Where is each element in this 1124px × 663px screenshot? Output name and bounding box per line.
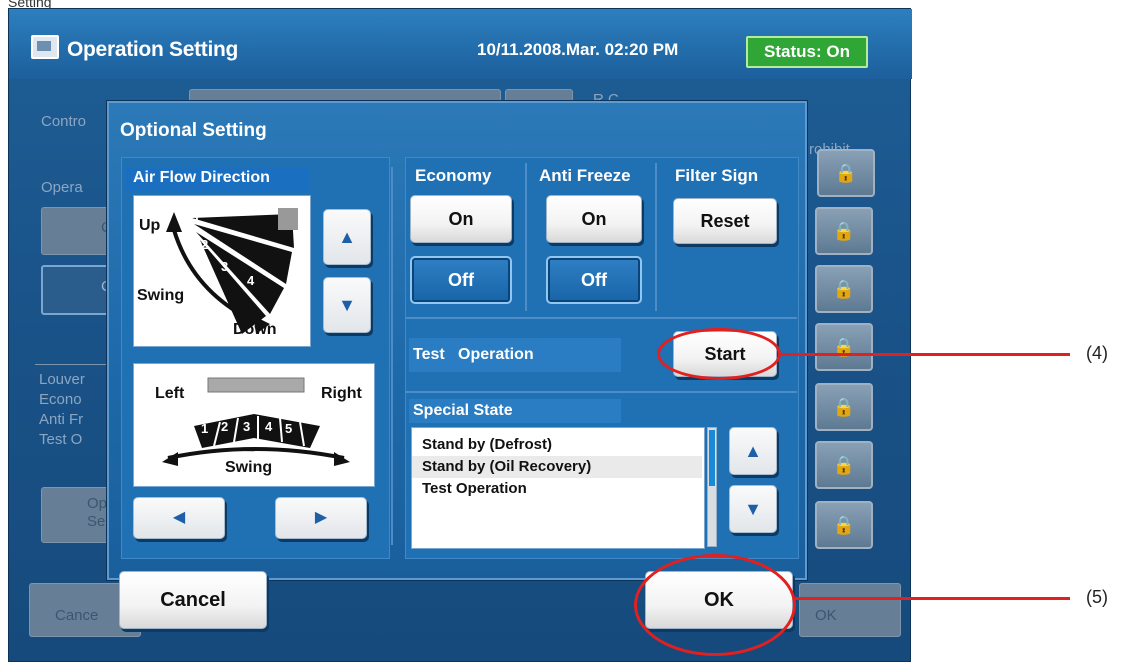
dialog-title: Optional Setting (120, 120, 267, 141)
panel-divider (391, 167, 393, 545)
bg-lock-icon-6: 🔒 (815, 441, 873, 489)
status-badge: Status: On (746, 36, 868, 68)
window-title: Operation Setting (67, 38, 239, 61)
annotation-label-5: (5) (1086, 587, 1108, 607)
horizontal-position-4: 4 (265, 419, 273, 434)
antifreeze-label: Anti Freeze (539, 166, 631, 185)
list-item[interactable]: Test Operation (412, 478, 702, 500)
scrollbar-thumb[interactable] (709, 430, 715, 486)
special-state-list[interactable]: Stand by (Defrost) Stand by (Oil Recover… (411, 427, 705, 549)
vertical-position-3: 3 (221, 259, 229, 274)
bg-cancel-label: Cance (55, 607, 99, 624)
economy-divider (525, 163, 527, 311)
airflow-left-button[interactable]: ◀ (133, 497, 225, 539)
annotation-line-4 (780, 353, 1070, 356)
filter-sign-label: Filter Sign (675, 166, 759, 185)
bg-lock-icon-5: 🔒 (815, 383, 873, 431)
special-state-label: Special State (413, 402, 513, 419)
vertical-position-4: 4 (247, 273, 255, 288)
test-operation-label: Test Operation (413, 346, 534, 363)
annotation-ellipse-4 (657, 328, 781, 380)
list-down-button[interactable]: ▼ (729, 485, 777, 533)
arrow-down-icon: ▼ (338, 295, 356, 315)
datetime: 10/11.2008.Mar. 02:20 PM (477, 40, 679, 59)
airflow-down-button[interactable]: ▼ (323, 277, 371, 333)
list-item[interactable]: Stand by (Oil Recovery) (412, 456, 702, 478)
economy-on-button[interactable]: On (410, 195, 512, 243)
horizontal-swing-label: Swing (225, 459, 273, 476)
arrow-up-icon: ▲ (744, 441, 762, 461)
filter-reset-button[interactable]: Reset (673, 198, 777, 244)
horizontal-right-label: Right (321, 385, 362, 402)
section-divider-1 (405, 317, 797, 319)
section-divider-2 (405, 391, 797, 393)
bg-lock-icon-3: 🔒 (815, 265, 873, 313)
airflow-up-button[interactable]: ▲ (323, 209, 371, 265)
airflow-label: Air Flow Direction (133, 169, 270, 186)
horizontal-left-label: Left (155, 385, 185, 402)
horizontal-position-5: 5 (285, 421, 293, 436)
arrow-right-icon: ▶ (314, 509, 328, 526)
arrow-up-icon: ▲ (338, 227, 356, 247)
bg-testop-label: Test O (39, 431, 83, 448)
list-item[interactable]: Stand by (Defrost) (412, 434, 702, 456)
annotation-label-4: (4) (1086, 343, 1108, 363)
window-icon (31, 35, 59, 59)
bg-lock-icon-4: 🔒 (815, 323, 873, 371)
antifreeze-on-button[interactable]: On (546, 195, 642, 243)
bg-antifreeze-label: Anti Fr (39, 411, 84, 428)
list-up-button[interactable]: ▲ (729, 427, 777, 475)
economy-label: Economy (415, 166, 492, 185)
horizontal-position-3: 3 (243, 419, 251, 434)
horizontal-position-1: 1 (201, 421, 209, 436)
vertical-up-label: Up (139, 217, 161, 234)
airflow-right-button[interactable]: ▶ (275, 497, 367, 539)
cancel-button[interactable]: Cancel (119, 571, 267, 629)
arrow-left-icon: ◀ (172, 509, 186, 526)
bg-lock-icon-2: 🔒 (815, 207, 873, 255)
bg-separator (35, 364, 115, 365)
annotation-ellipse-5 (634, 554, 796, 656)
vertical-swing-label: Swing (137, 287, 185, 304)
economy-off-button[interactable]: Off (410, 256, 512, 304)
annotation-line-5 (794, 597, 1070, 600)
vertical-position-1: 1 (193, 211, 201, 226)
arrow-down-icon: ▼ (744, 499, 762, 519)
vertical-down-label: Down (233, 321, 277, 338)
horizontal-position-2: 2 (221, 419, 229, 434)
bg-lock-icon-1: 🔒 (817, 149, 875, 197)
bg-operation-label: Opera (41, 179, 83, 196)
list-scrollbar[interactable] (707, 427, 717, 547)
vertical-position-2: 2 (201, 237, 209, 252)
bg-econo-label: Econo (39, 391, 82, 408)
antifreeze-divider (655, 163, 657, 311)
antifreeze-off-button[interactable]: Off (546, 256, 642, 304)
bg-control-label: Contro (41, 113, 87, 130)
bg-lock-icon-7: 🔒 (815, 501, 873, 549)
bg-ok-label: OK (815, 607, 837, 624)
bg-louver-label: Louver (39, 371, 85, 388)
title-bar: Operation Setting 10/11.2008.Mar. 02:20 … (9, 9, 912, 79)
